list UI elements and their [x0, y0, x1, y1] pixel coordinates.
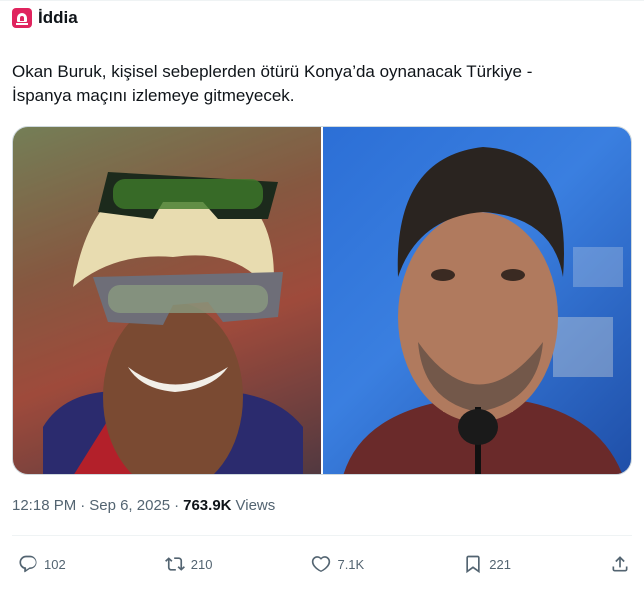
views-label: Views [235, 497, 276, 514]
bookmark-count: 221 [489, 556, 511, 572]
photo-right[interactable] [323, 127, 631, 474]
reply-button[interactable]: 102 [12, 554, 66, 574]
meta-separator: · [174, 497, 180, 514]
bookmark-icon [466, 555, 480, 574]
views-count: 763.9K [183, 497, 232, 514]
photo-left[interactable] [13, 127, 321, 474]
like-count: 7.1K [337, 556, 365, 572]
divider [12, 535, 632, 536]
author-name[interactable]: İddia [38, 8, 78, 28]
post-date[interactable]: Sep 6, 2025 [89, 497, 170, 514]
top-border [0, 0, 644, 1]
post-text-line-1: Okan Buruk, kişisel sebeplerden ötürü Ko… [12, 62, 533, 81]
post-meta: 12:18 PM · Sep 6, 2025 · 763.9K Views [12, 497, 275, 514]
like-button[interactable]: 7.1K [311, 554, 364, 574]
heart-icon [312, 556, 331, 572]
media-grid [12, 126, 632, 475]
post-text-line-2: İspanya maçını izlemeye gitmeyecek. [12, 86, 295, 105]
share-button[interactable] [610, 554, 630, 574]
repost-icon [164, 557, 185, 571]
reply-count: 102 [44, 556, 66, 572]
post-header: İddia [12, 6, 78, 30]
bookmark-button[interactable]: 221 [463, 554, 511, 574]
post-text: Okan Buruk, kişisel sebeplerden ötürü Ko… [12, 60, 632, 108]
reply-icon [19, 555, 37, 573]
man-at-press-conference-image [343, 147, 623, 474]
repost-count: 210 [190, 556, 213, 572]
action-bar: 102 210 7.1K 221 [12, 550, 630, 578]
repost-button[interactable]: 210 [164, 554, 213, 574]
siren-icon [12, 8, 32, 28]
post-time[interactable]: 12:18 PM [12, 497, 76, 514]
meta-separator: · [80, 497, 86, 514]
share-icon [612, 556, 628, 572]
person-with-sunglasses-image [13, 127, 321, 474]
